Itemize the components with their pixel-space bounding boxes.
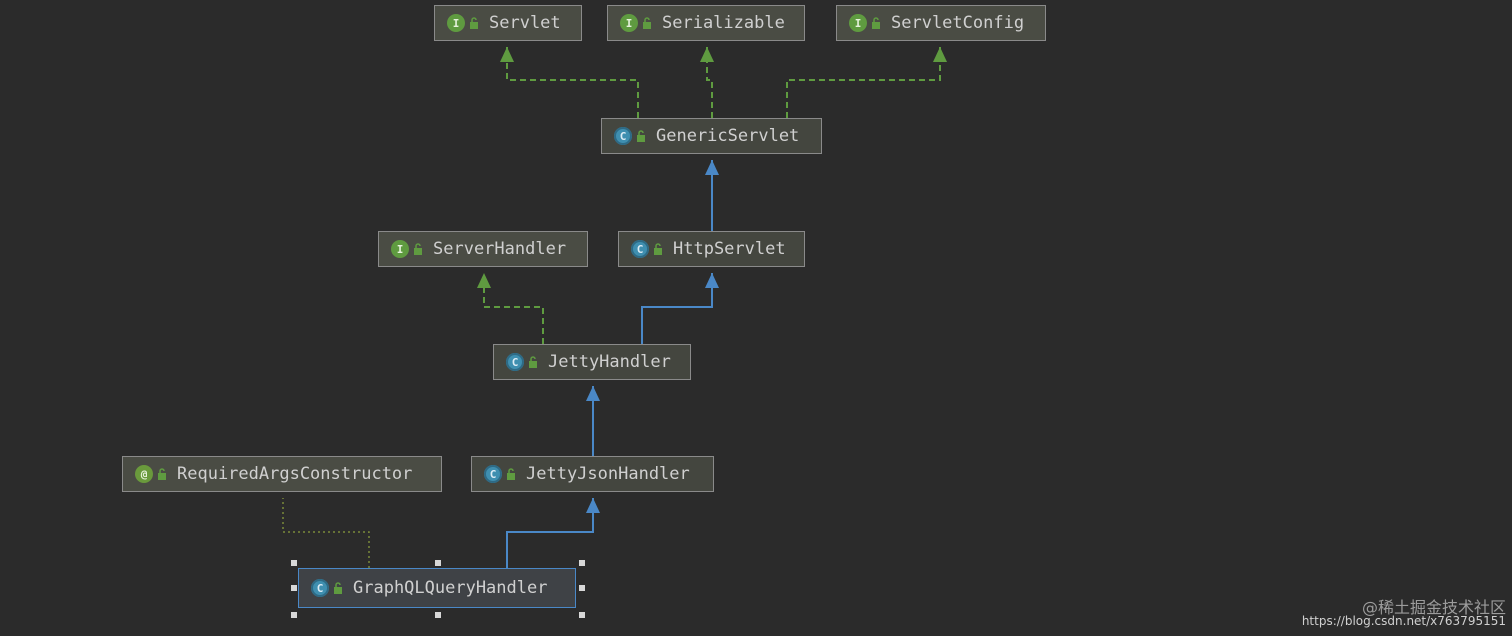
class-diagram: I Servlet I Serializable I ServletConfig… [0,0,1512,636]
resize-handle-sw[interactable] [291,612,297,618]
lock-open-icon [158,468,166,480]
lock-open-icon [529,356,537,368]
arrowhead-implements [933,47,947,62]
node-servlet[interactable]: I Servlet [434,5,582,41]
watermark-url: https://blog.csdn.net/x763795151 [1301,614,1506,628]
edge-genericservlet-to-servlet [506,47,639,118]
node-label: RequiredArgsConstructor [177,464,413,484]
node-label: ServletConfig [891,13,1025,33]
class-icon: C [614,127,632,145]
resize-handle-ne[interactable] [579,560,585,566]
edge-genericservlet-to-servletconfig [786,47,941,118]
node-label: Serializable [662,13,785,33]
resize-handle-nw[interactable] [291,560,297,566]
node-genericservlet[interactable]: C GenericServlet [601,118,822,154]
arrowhead-extends [705,273,719,288]
node-servletconfig[interactable]: I ServletConfig [836,5,1046,41]
lock-open-icon [654,243,662,255]
resize-handle-s[interactable] [435,612,441,618]
node-label: JettyJsonHandler [526,464,690,484]
resize-handle-n[interactable] [435,560,441,566]
node-serverhandler[interactable]: I ServerHandler [378,231,588,267]
interface-icon: I [391,240,409,258]
resize-handle-se[interactable] [579,612,585,618]
class-icon: C [631,240,649,258]
lock-open-icon [643,17,651,29]
class-icon: C [311,579,329,597]
edge-graphql-to-requiredargs [282,498,370,568]
annotation-icon: @ [135,465,153,483]
interface-icon: I [849,14,867,32]
lock-open-icon [637,130,645,142]
arrowhead-extends [705,160,719,175]
diagram-edges [282,47,947,568]
node-label: HttpServlet [673,239,786,259]
lock-open-icon [507,468,515,480]
arrowhead-extends [586,498,600,513]
edge-jettyhandler-to-httpservlet [641,273,713,344]
node-serializable[interactable]: I Serializable [607,5,805,41]
lock-open-icon [872,17,880,29]
lock-open-icon [414,243,422,255]
node-jettyjsonhandler[interactable]: C JettyJsonHandler [471,456,714,492]
edge-jettyhandler-to-serverhandler [483,273,544,344]
node-label: JettyHandler [548,352,671,372]
arrowhead-implements [477,273,491,288]
node-httpservlet[interactable]: C HttpServlet [618,231,805,267]
node-graphqlqueryhandler[interactable]: C GraphQLQueryHandler [298,568,576,608]
edge-graphql-to-jettyjson [506,498,594,568]
node-jettyhandler[interactable]: C JettyHandler [493,344,691,380]
arrowhead-implements [700,47,714,62]
node-label: GenericServlet [656,126,800,146]
arrowhead-implements [500,47,514,62]
lock-open-icon [470,17,478,29]
interface-icon: I [620,14,638,32]
node-label: Servlet [489,13,561,33]
lock-open-icon [334,582,342,594]
resize-handle-w[interactable] [291,585,297,591]
node-label: GraphQLQueryHandler [353,578,548,598]
class-icon: C [484,465,502,483]
node-requiredargsconstructor[interactable]: @ RequiredArgsConstructor [122,456,442,492]
interface-icon: I [447,14,465,32]
resize-handle-e[interactable] [579,585,585,591]
arrowhead-extends [586,386,600,401]
node-label: ServerHandler [433,239,567,259]
class-icon: C [506,353,524,371]
